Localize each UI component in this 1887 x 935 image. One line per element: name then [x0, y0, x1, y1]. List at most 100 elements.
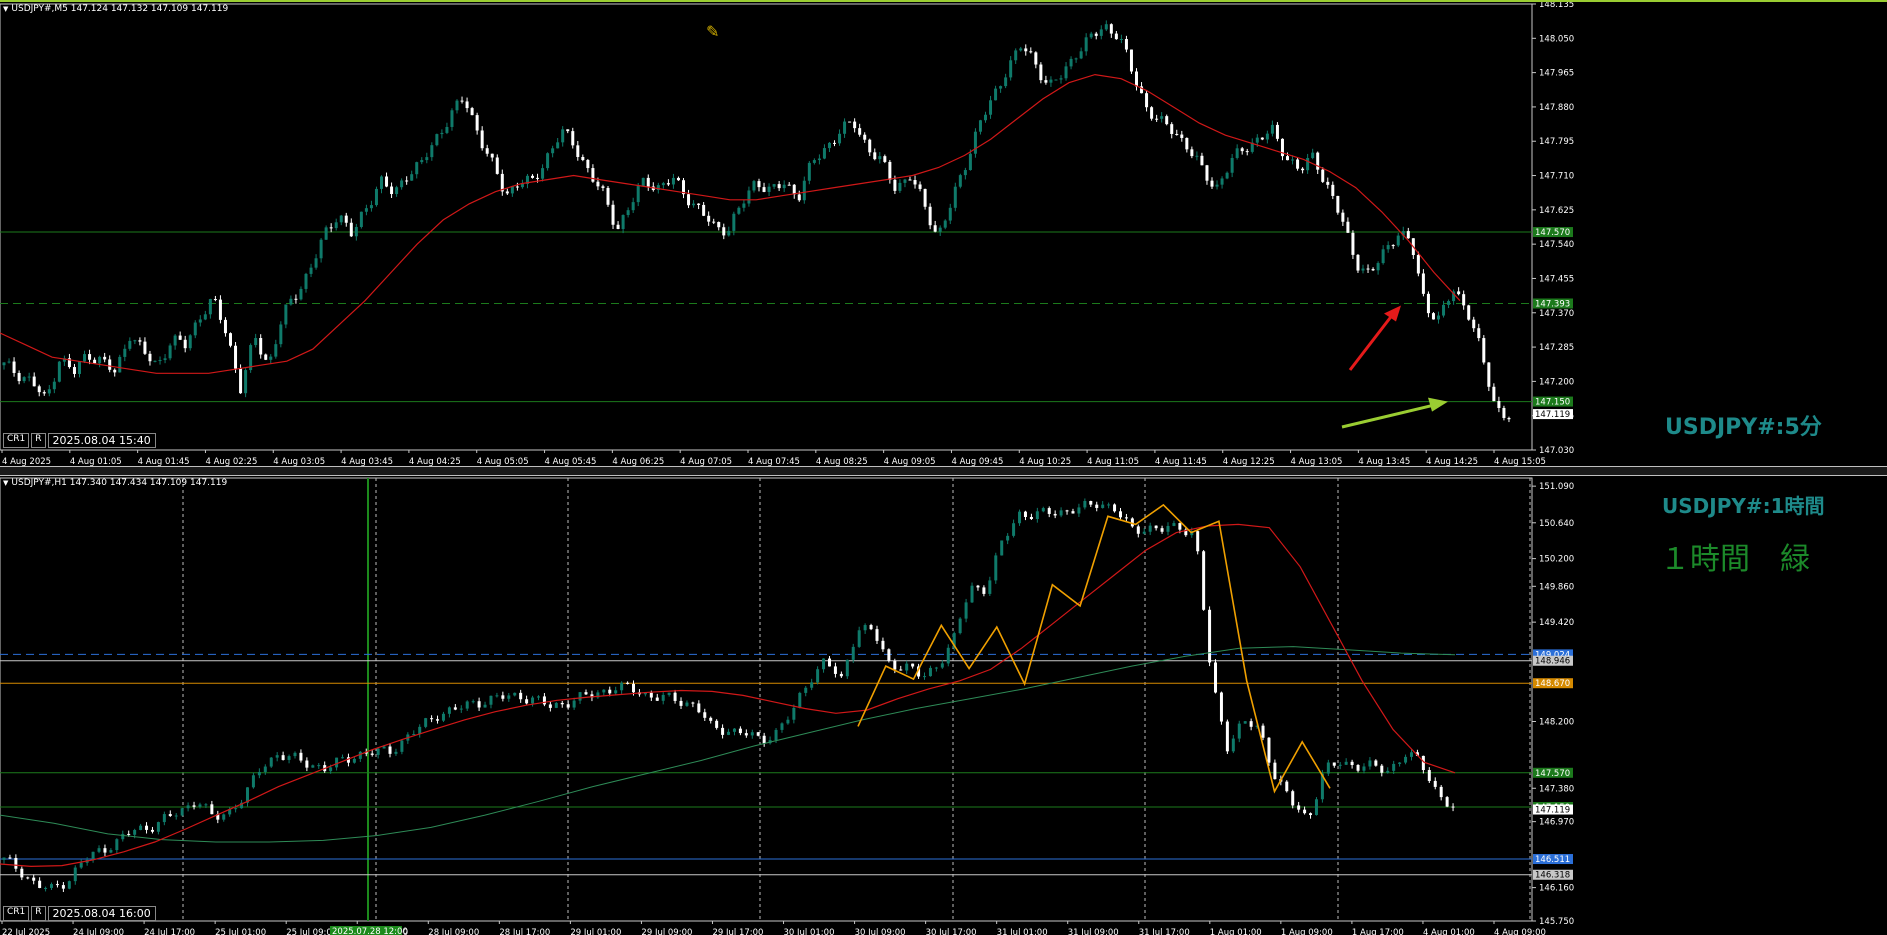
- h1-candle-body: [697, 703, 701, 713]
- m5-candle-body: [42, 392, 46, 394]
- h1-candle-body: [982, 587, 986, 594]
- m5-candle-body: [782, 184, 786, 189]
- h1-candle-body: [447, 707, 451, 714]
- h1-candle-body: [1166, 525, 1170, 532]
- h1-candle-body: [370, 753, 374, 755]
- h1-xtick-label: 22 Jul 2025: [2, 928, 50, 935]
- m5-candle-body: [1135, 71, 1138, 87]
- h1-candle-body: [928, 667, 932, 677]
- pin-icon[interactable]: ✎: [706, 22, 719, 41]
- m5-candle-body: [1291, 159, 1295, 161]
- collapse-triangle-icon[interactable]: ▼: [3, 479, 8, 487]
- h1-candle-body: [299, 752, 303, 761]
- h1-candle-body: [8, 857, 12, 859]
- m5-candle-body: [601, 186, 605, 188]
- pane-separator[interactable]: [0, 466, 1887, 476]
- h1-candle-body: [50, 884, 54, 888]
- h1-candle-body: [471, 701, 475, 703]
- m5-candle-body: [888, 161, 892, 180]
- h1-candle-body: [923, 676, 927, 678]
- h1-chart-pane[interactable]: 151.090 150.640 150.200 149.860 149.420 148.2…: [0, 476, 1887, 935]
- m5-candle-body: [1150, 107, 1154, 119]
- m5-candle-body: [1437, 315, 1440, 320]
- h1-candle-body: [839, 673, 843, 677]
- m5-candle-body: [973, 131, 977, 154]
- h1-candle-body: [584, 692, 588, 695]
- h1-candle-body: [1077, 507, 1081, 514]
- m5-candle-body: [792, 184, 796, 195]
- h1-candle-body: [115, 839, 119, 851]
- m5-chart-svg[interactable]: 148.135 148.050 147.965 147.880 147.795 147.7…: [0, 2, 1887, 466]
- h1-candle-body: [121, 833, 125, 840]
- h1-candle-body: [572, 700, 576, 708]
- h1-candle-body: [833, 666, 837, 674]
- h1-xtick-label: 1 Aug 09:00: [1281, 928, 1333, 935]
- m5-candle-body: [556, 142, 560, 149]
- h1-label: USDJPY#:1時間: [1662, 494, 1825, 518]
- m5-candle-body: [1084, 37, 1088, 52]
- m5-candle-body: [1296, 159, 1300, 169]
- m5-candle-body: [158, 360, 162, 362]
- h1-candle-body: [79, 862, 83, 868]
- h1-candle-body: [430, 718, 434, 720]
- m5-candle-body: [1351, 232, 1355, 255]
- m5-ytick-label: 147.625: [1539, 206, 1574, 216]
- m5-candle-body: [259, 338, 263, 355]
- h1-plot-frame: [0, 477, 1533, 922]
- m5-xtick-label: 4 Aug 05:45: [545, 457, 597, 466]
- m5-candle-body: [863, 134, 867, 140]
- h1-chart-svg[interactable]: 151.090 150.640 150.200 149.860 149.420 148.2…: [0, 476, 1887, 935]
- m5-candle-body: [1029, 51, 1033, 53]
- m5-candle-body: [405, 180, 409, 182]
- m5-candle-body: [83, 354, 87, 362]
- m5-hline-price-text: 147.393: [1535, 299, 1570, 309]
- h1-candle-body: [542, 696, 546, 705]
- h1-hline-price-text: 148.946: [1535, 657, 1570, 667]
- m5-candle-body: [299, 288, 303, 300]
- m5-candle-body: [425, 157, 429, 161]
- collapse-triangle-icon[interactable]: ▼: [3, 5, 8, 13]
- h1-candle-body: [1041, 508, 1045, 512]
- m5-xtick-label: 4 Aug 14:25: [1426, 457, 1478, 466]
- m5-candle-body: [1034, 52, 1038, 65]
- h1-xtick-label: 24 Jul 09:00: [73, 928, 124, 935]
- h1-candle-body: [774, 729, 778, 741]
- h1-ytick-label: 151.090: [1539, 482, 1574, 492]
- h1-candle-body: [73, 867, 77, 882]
- h1-candle-body: [465, 701, 469, 709]
- h1-candle-body: [578, 692, 582, 701]
- m5-candle-body: [636, 186, 640, 203]
- m5-candle-body: [1265, 133, 1269, 140]
- h1-candle-body: [1332, 762, 1336, 766]
- m5-candle-body: [661, 183, 665, 186]
- h1-candle-body: [1047, 508, 1051, 514]
- m5-candle-body: [1185, 137, 1189, 150]
- h1-candle-body: [222, 814, 226, 820]
- h1-candle-body: [1392, 763, 1396, 771]
- m5-candle-body: [928, 206, 932, 226]
- m5-candle-body: [2, 362, 6, 366]
- m5-candle-body: [309, 267, 313, 274]
- h1-xtick-label: 4 Aug 09:00: [1494, 928, 1546, 935]
- m5-candle-body: [933, 225, 937, 232]
- h1-candle-body: [61, 885, 65, 889]
- m5-candle-body: [1124, 39, 1128, 50]
- h1-xtick-label: 25 Jul 01:00: [215, 928, 266, 935]
- h1-candle-body: [513, 692, 517, 696]
- m5-candle-body: [1472, 319, 1476, 329]
- h1-candle-body: [150, 829, 154, 832]
- h1-candle-body: [1178, 523, 1182, 530]
- h1-candle-body: [667, 692, 671, 695]
- m5-candle-body: [984, 114, 987, 121]
- h1-candle-body: [744, 733, 748, 736]
- h1-candle-body: [1000, 540, 1004, 556]
- m5-candle-body: [37, 386, 41, 393]
- m5-candle-body: [1024, 48, 1028, 52]
- h1-candle-body: [1380, 765, 1384, 773]
- h1-candle-body: [507, 695, 511, 699]
- m5-chart-pane[interactable]: 148.135 148.050 147.965 147.880 147.795 147.7…: [0, 0, 1887, 466]
- m5-candle-body: [339, 215, 343, 223]
- h1-candle-body: [715, 720, 719, 728]
- h1-candle-body: [810, 682, 814, 688]
- h1-candle-body: [234, 808, 238, 810]
